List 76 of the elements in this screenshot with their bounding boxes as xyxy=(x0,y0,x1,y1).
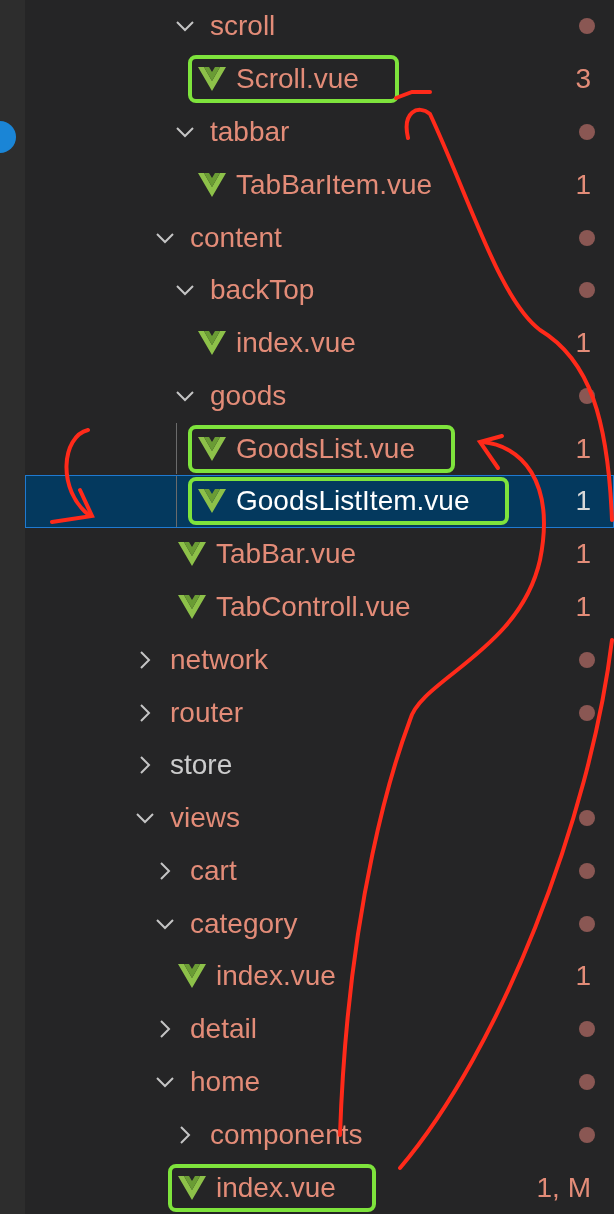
folder-name: scroll xyxy=(210,10,276,43)
tree-item[interactable]: components xyxy=(25,1108,614,1162)
tree-item[interactable]: index.vue 1 xyxy=(25,950,614,1003)
tree-item[interactable]: GoodsListItem.vue 1 xyxy=(25,475,614,528)
vue-icon xyxy=(178,595,206,619)
folder-name: store xyxy=(170,749,233,782)
problem-count: 1 xyxy=(575,591,591,623)
file-name: TabBar.vue xyxy=(216,538,357,571)
tree-item[interactable]: tabbar xyxy=(25,105,614,159)
folder-name: content xyxy=(190,221,282,254)
problem-count: 3 xyxy=(575,63,591,96)
vue-icon xyxy=(178,964,206,989)
status-dot xyxy=(579,704,595,721)
tree-item[interactable]: category xyxy=(25,897,614,951)
folder-name: detail xyxy=(190,1013,257,1046)
problem-count: 1 xyxy=(575,168,591,201)
tree-item[interactable]: store xyxy=(25,738,614,792)
folder-name: home xyxy=(190,1066,261,1098)
vue-icon xyxy=(178,1175,206,1200)
problem-count: 1 xyxy=(575,538,591,571)
tree-item[interactable]: GoodsList.vue 1 xyxy=(25,422,614,476)
tree-item[interactable]: TabBarItem.vue 1 xyxy=(25,158,614,212)
tree-item[interactable]: network xyxy=(25,633,614,687)
tree-item[interactable]: Scroll.vue 3 xyxy=(25,52,614,106)
problem-count: 1 xyxy=(575,960,591,993)
file-name: GoodsListItem.vue xyxy=(236,485,470,518)
status-dot xyxy=(579,915,595,932)
tree-item[interactable]: content xyxy=(25,211,614,264)
file-name: index.vue xyxy=(216,1171,336,1204)
file-name: TabBarItem.vue xyxy=(236,168,433,201)
file-name: index.vue xyxy=(236,327,356,360)
folder-name: tabbar xyxy=(210,115,290,148)
file-name: TabControll.vue xyxy=(216,591,411,623)
folder-name: backTop xyxy=(210,274,315,307)
status-dot xyxy=(579,123,595,140)
vue-icon xyxy=(198,172,226,197)
folder-name: views xyxy=(170,802,240,835)
tree-item[interactable]: cart xyxy=(25,844,614,898)
vue-icon xyxy=(198,489,226,514)
folder-name: components xyxy=(210,1118,363,1151)
status-dot xyxy=(579,282,595,299)
tree-item[interactable]: scroll xyxy=(25,0,614,53)
problem-count: 1 xyxy=(575,432,591,465)
status-dot xyxy=(579,1126,595,1143)
tree-item[interactable]: views xyxy=(25,791,614,845)
status-dot xyxy=(579,810,595,827)
folder-name: category xyxy=(190,907,298,940)
folder-name: cart xyxy=(190,854,237,887)
status-dot xyxy=(579,1021,595,1038)
tree-item[interactable]: TabControll.vue 1 xyxy=(25,580,614,634)
status-dot xyxy=(579,651,595,668)
status-dot xyxy=(579,862,595,879)
tree-item[interactable]: detail xyxy=(25,1002,614,1056)
problem-count: 1 xyxy=(575,485,591,518)
folder-name: router xyxy=(170,696,244,729)
tree-item[interactable]: TabBar.vue 1 xyxy=(25,527,614,581)
folder-name: goods xyxy=(210,379,287,412)
vue-icon xyxy=(198,436,226,461)
file-name: index.vue xyxy=(216,960,336,993)
folder-name: network xyxy=(170,643,269,676)
tree-item[interactable]: home xyxy=(25,1055,614,1109)
vue-icon xyxy=(198,67,226,92)
tree-item[interactable]: router xyxy=(25,686,614,739)
tree-item[interactable]: index.vue 1, M xyxy=(25,1161,614,1214)
tree-item[interactable]: backTop xyxy=(25,263,614,317)
tree-item[interactable]: index.vue 1 xyxy=(25,316,614,370)
vue-icon xyxy=(198,331,226,356)
problem-count: 1, M xyxy=(536,1171,591,1204)
status-dot xyxy=(579,229,595,246)
status-dot xyxy=(579,18,595,35)
vue-icon xyxy=(178,542,206,567)
tree-item[interactable]: goods xyxy=(25,369,614,423)
file-name: GoodsList.vue xyxy=(236,432,415,465)
status-dot xyxy=(579,1074,595,1090)
problem-count: 1 xyxy=(575,327,591,360)
file-name: Scroll.vue xyxy=(236,63,359,96)
